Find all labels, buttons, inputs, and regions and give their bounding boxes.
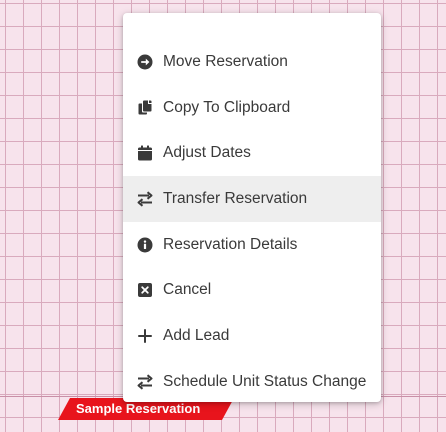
menu-item-label: Copy To Clipboard	[163, 98, 291, 116]
menu-item-label: Add Lead	[163, 326, 230, 344]
arrow-circle-right-icon	[137, 54, 153, 70]
plus-icon	[137, 328, 153, 344]
menu-item-label: Cancel	[163, 281, 212, 299]
menu-item-label: Schedule Unit Status Change	[163, 372, 367, 390]
close-box-icon	[137, 282, 153, 298]
context-menu: Move Reservation Copy To Clipboard Adjus…	[123, 13, 381, 402]
context-menu-list: Move Reservation Copy To Clipboard Adjus…	[123, 39, 381, 402]
info-circle-icon	[137, 237, 153, 253]
menu-item-copy-to-clipboard[interactable]: Copy To Clipboard	[123, 85, 381, 131]
exchange-icon	[137, 374, 153, 390]
menu-item-label: Reservation Details	[163, 235, 298, 253]
menu-item-reservation-details[interactable]: Reservation Details	[123, 222, 381, 268]
exchange-icon	[137, 191, 153, 207]
menu-item-cancel[interactable]: Cancel	[123, 267, 381, 313]
copy-icon	[137, 100, 153, 116]
menu-item-schedule-unit-status-change[interactable]: Schedule Unit Status Change	[123, 359, 381, 402]
calendar-icon	[137, 145, 153, 161]
menu-item-transfer-reservation[interactable]: Transfer Reservation	[123, 176, 381, 222]
menu-item-add-lead[interactable]: Add Lead	[123, 313, 381, 359]
menu-item-move-reservation[interactable]: Move Reservation	[123, 39, 381, 85]
menu-item-label: Adjust Dates	[163, 144, 251, 162]
menu-item-label: Transfer Reservation	[163, 189, 308, 207]
menu-item-adjust-dates[interactable]: Adjust Dates	[123, 130, 381, 176]
menu-item-label: Move Reservation	[163, 52, 288, 70]
